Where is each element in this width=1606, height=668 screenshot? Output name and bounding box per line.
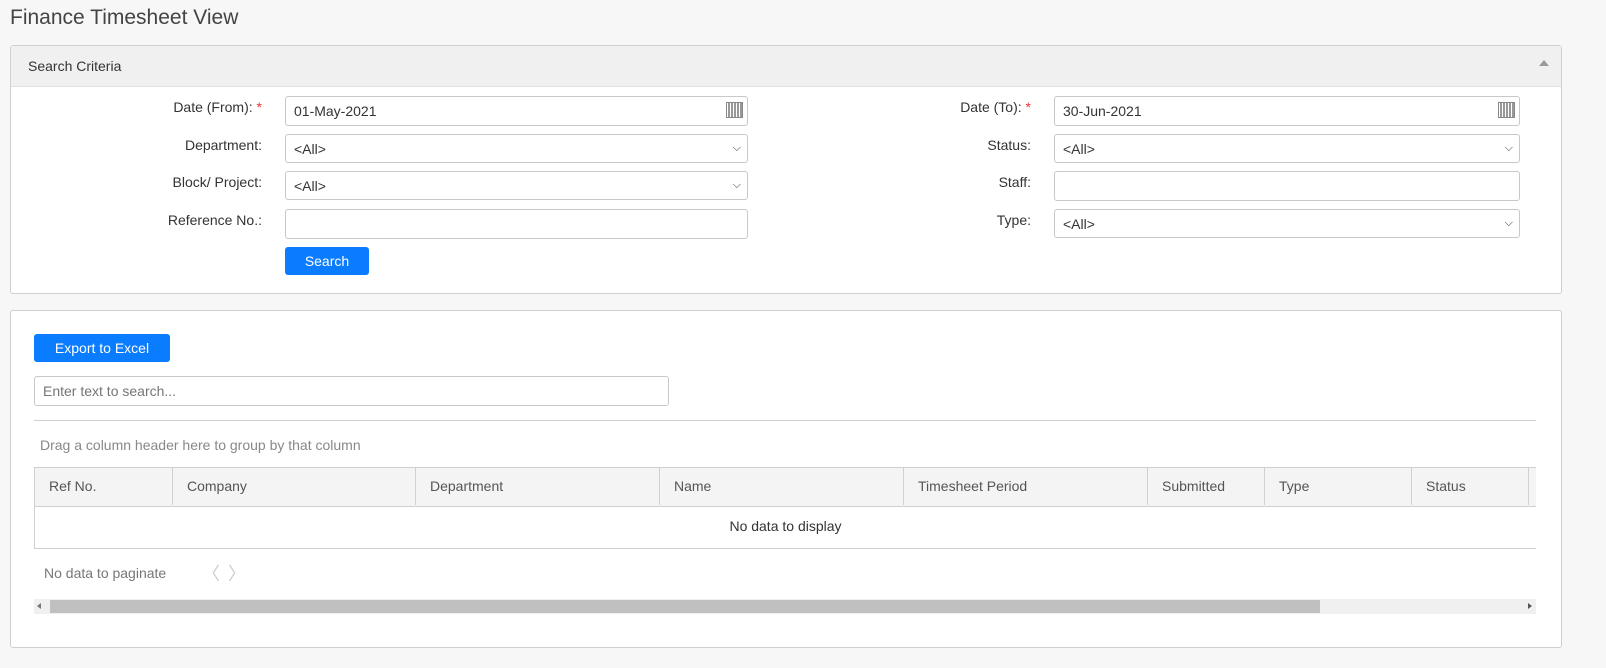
staff-label: Staff: (998, 174, 1031, 190)
block-project-label: Block/ Project: (172, 174, 262, 190)
chevron-down-icon: ⌵ (1504, 142, 1513, 154)
chevron-down-icon: ⌵ (1504, 217, 1513, 229)
calendar-icon[interactable] (726, 102, 743, 118)
block-project-select[interactable]: <All> ⌵ (285, 171, 748, 200)
date-from-input[interactable]: 01-May-2021 (285, 96, 748, 126)
date-to-label: Date (To): * (960, 99, 1031, 115)
type-select[interactable]: <All> ⌵ (1054, 209, 1520, 238)
group-panel-hint: Drag a column header here to group by th… (40, 437, 361, 453)
next-page-icon[interactable]: 〉 (228, 560, 246, 586)
department-select[interactable]: <All> ⌵ (285, 134, 748, 163)
panel-header[interactable]: Search Criteria (11, 46, 1561, 87)
status-select[interactable]: <All> ⌵ (1054, 134, 1520, 163)
reference-no-label: Reference No.: (167, 212, 262, 228)
column-header-ref-no[interactable]: Ref No. (35, 468, 173, 505)
search-button[interactable]: Search (285, 247, 369, 275)
column-header-type[interactable]: Type (1265, 468, 1412, 505)
scrollbar-thumb[interactable] (50, 600, 1320, 613)
column-header-company[interactable]: Company (173, 468, 416, 505)
column-header-status[interactable]: Status (1412, 468, 1529, 505)
empty-grid-message: No data to display (729, 518, 842, 534)
panel-title: Search Criteria (28, 58, 122, 74)
search-criteria-panel: Search Criteria (10, 45, 1562, 294)
prev-page-icon[interactable]: 〈 (202, 560, 220, 586)
chevron-down-icon: ⌵ (732, 179, 741, 191)
column-header-name[interactable]: Name (660, 468, 904, 505)
page-title: Finance Timesheet View (10, 6, 239, 29)
date-from-label: Date (From): * (173, 99, 262, 115)
collapse-icon[interactable] (1539, 60, 1549, 66)
calendar-icon[interactable] (1498, 102, 1515, 118)
horizontal-scrollbar[interactable] (34, 599, 1536, 614)
grid-header-row: Ref No. Company Department Name Timeshee… (35, 468, 1536, 507)
export-excel-button[interactable]: Export to Excel (34, 334, 170, 362)
type-label: Type: (996, 212, 1031, 228)
pager-text: No data to paginate (44, 565, 167, 581)
date-to-input[interactable]: 30-Jun-2021 (1054, 96, 1520, 126)
status-label: Status: (987, 137, 1031, 153)
column-header-department[interactable]: Department (416, 468, 660, 505)
reference-no-input[interactable] (285, 209, 748, 239)
scroll-left-icon[interactable] (37, 603, 41, 609)
chevron-down-icon: ⌵ (732, 142, 741, 154)
column-header-timesheet-period[interactable]: Timesheet Period (904, 468, 1148, 505)
divider (34, 420, 1536, 421)
staff-input[interactable] (1054, 171, 1520, 201)
department-label: Department: (184, 137, 262, 153)
grid-search-input[interactable] (34, 376, 669, 406)
data-grid: Ref No. Company Department Name Timeshee… (34, 467, 1536, 549)
scroll-right-icon[interactable] (1528, 603, 1532, 609)
column-header-submitted[interactable]: Submitted (1148, 468, 1265, 505)
